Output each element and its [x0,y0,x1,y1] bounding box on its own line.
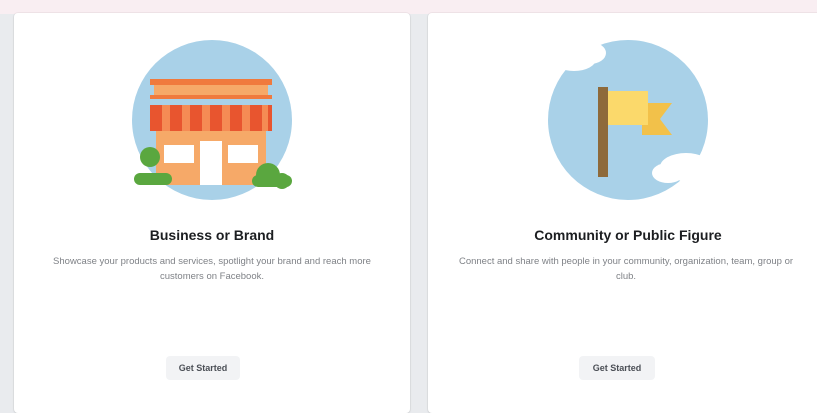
get-started-button[interactable]: Get Started [166,356,240,380]
business-or-brand-card[interactable]: Business or Brand Showcase your products… [14,13,410,413]
card-title: Community or Public Figure [534,227,722,243]
storefront-icon [132,40,292,200]
get-started-button[interactable]: Get Started [579,356,655,380]
card-description: Connect and share with people in your co… [458,256,794,282]
flag-icon [548,40,710,200]
card-title: Business or Brand [149,227,275,243]
top-strip [0,0,817,14]
community-or-public-figure-card[interactable]: Community or Public Figure Connect and s… [428,13,817,413]
card-description: Showcase your products and services, spo… [53,256,371,282]
